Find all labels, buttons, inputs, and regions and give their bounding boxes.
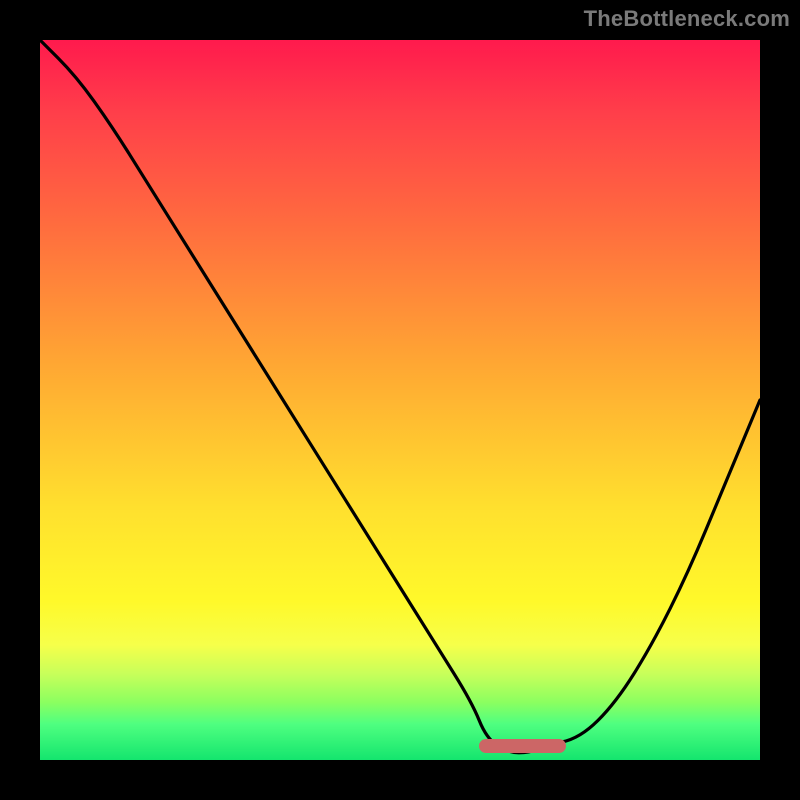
bottleneck-curve	[40, 40, 760, 760]
chart-frame: TheBottleneck.com	[0, 0, 800, 800]
plot-area	[40, 40, 760, 760]
optimal-range-marker	[479, 739, 565, 753]
watermark-text: TheBottleneck.com	[584, 6, 790, 32]
